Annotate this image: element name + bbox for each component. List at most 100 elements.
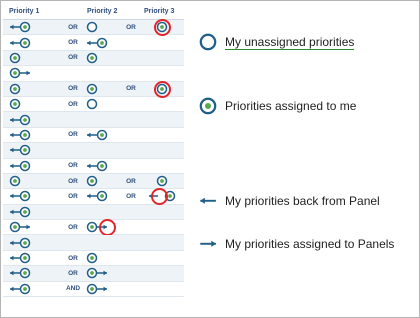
table-row	[3, 204, 184, 221]
table-row: OR	[3, 97, 184, 113]
priority-cell	[86, 112, 118, 126]
highlight-circle-icon	[151, 188, 168, 206]
operator-label: OR	[68, 85, 78, 93]
operator-label	[120, 251, 142, 265]
legend-back-label: My priorities back from Panel	[225, 193, 380, 208]
priority-cell	[9, 220, 37, 234]
unassigned-circle-icon	[86, 98, 98, 110]
operator-label: OR	[68, 162, 78, 170]
priority-cell	[9, 266, 37, 280]
back-from-panel-icon	[9, 37, 31, 49]
unassigned-circle-icon	[197, 33, 219, 51]
assigned-dot-circle-icon	[197, 97, 219, 115]
highlight-circle-icon	[99, 219, 116, 237]
operator-label	[61, 235, 85, 249]
priority-cell	[9, 189, 37, 203]
operator-label: OR	[68, 23, 78, 31]
operator-label	[120, 66, 142, 80]
table-row: OR OR	[3, 173, 184, 190]
priority-cell	[143, 188, 181, 206]
legend-unassigned-label: My unassigned priorities	[225, 34, 355, 50]
priority-cell	[143, 112, 181, 126]
assigned-to-panel-icon	[86, 283, 108, 295]
arrow-left-icon	[197, 193, 219, 209]
table-header: Priority 1 Priority 2 Priority 3	[3, 3, 184, 20]
priority-cell	[86, 235, 118, 249]
operator-label	[120, 159, 142, 173]
priority-cell	[86, 51, 118, 65]
priority-cell	[86, 97, 118, 111]
table-row: OR	[3, 159, 184, 174]
legend-back: My priorities back from Panel	[197, 193, 380, 209]
operator-label	[120, 97, 142, 111]
table-row: OR	[3, 219, 184, 237]
highlight-circle-icon	[154, 80, 171, 98]
priority-cell	[86, 219, 118, 237]
operator-label: OR	[126, 23, 136, 31]
figure-frame: Priority 1 Priority 2 Priority 3 OR OR OR O…	[0, 0, 420, 318]
legend-assigned-label: Priorities assigned to me	[225, 99, 357, 113]
priority-table: Priority 1 Priority 2 Priority 3 OR OR OR O…	[3, 3, 184, 298]
priority-cell	[9, 35, 37, 49]
operator-label	[120, 266, 142, 280]
priority-cell	[9, 205, 37, 219]
assigned-dot-circle-icon	[9, 175, 21, 187]
back-from-panel-icon	[9, 267, 31, 279]
operator-label: AND	[65, 285, 81, 293]
assigned-dot-circle-icon	[9, 98, 21, 110]
priority-cell	[9, 282, 37, 296]
table-row	[3, 143, 184, 159]
arrow-right-icon	[197, 236, 219, 252]
operator-label: OR	[68, 39, 78, 47]
priority-cell	[143, 143, 181, 157]
operator-label	[120, 35, 142, 49]
priority-cell	[86, 66, 118, 80]
operator-label: OR	[68, 269, 78, 277]
operator-label: OR	[68, 254, 78, 262]
priority-cell	[143, 80, 181, 98]
operator-label	[120, 220, 142, 234]
priority-cell	[86, 266, 118, 280]
back-from-panel-icon	[9, 21, 31, 33]
operator-label	[61, 66, 85, 80]
priority-cell	[9, 51, 37, 65]
table-row: OR OR	[3, 19, 184, 36]
table-body: OR OR OR OR OR OR OR OR OR OR OR OR OR OR OR OR AND	[3, 19, 184, 298]
assigned-dot-circle-icon	[86, 252, 98, 264]
assigned-dot-circle-icon	[86, 83, 98, 95]
priority-cell	[86, 128, 118, 142]
operator-label: OR	[68, 223, 78, 231]
priority-cell	[143, 128, 181, 142]
operator-label	[120, 128, 142, 142]
priority-cell	[143, 97, 181, 111]
table-row: AND	[3, 282, 184, 298]
priority-cell	[143, 174, 181, 188]
header-priority-3: Priority 3	[144, 8, 175, 15]
priority-cell	[9, 112, 37, 126]
priority-cell	[9, 66, 37, 80]
back-from-panel-icon	[86, 129, 108, 141]
legend-assigned: Priorities assigned to me	[197, 97, 356, 115]
operator-label: OR	[126, 177, 136, 185]
operator-label: OR	[68, 192, 78, 200]
priority-cell	[143, 266, 181, 280]
priority-cell	[86, 174, 118, 188]
operator-label	[61, 112, 85, 126]
operator-label	[61, 143, 85, 157]
assigned-to-panel-icon	[86, 267, 108, 279]
priority-cell	[9, 20, 37, 34]
operator-label: OR	[68, 54, 78, 62]
table-row: OR OR	[3, 188, 184, 206]
legend-forward-label: My priorities assigned to Panels	[225, 236, 395, 251]
priority-cell	[9, 82, 37, 96]
assigned-dot-circle-icon	[156, 175, 168, 187]
back-from-panel-icon	[9, 237, 31, 249]
priority-cell	[86, 35, 118, 49]
table-row: OR	[3, 251, 184, 267]
back-from-panel-icon	[9, 144, 31, 156]
assigned-dot-circle-icon	[86, 52, 98, 64]
assigned-dot-circle-icon	[9, 83, 21, 95]
highlight-circle-icon	[154, 19, 171, 36]
priority-cell	[9, 97, 37, 111]
priority-cell	[86, 282, 118, 296]
